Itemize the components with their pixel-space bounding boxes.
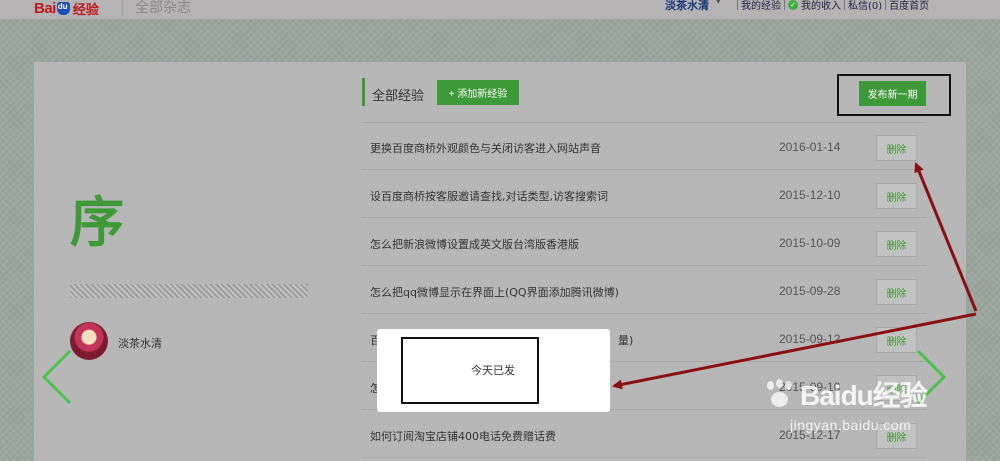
author-name[interactable]: 淡茶水清 (118, 335, 162, 351)
nav-my-income[interactable]: 我的收入 (801, 0, 841, 12)
publish-highlight-frame (837, 74, 951, 116)
chevron-left-icon[interactable] (38, 347, 78, 407)
delete-button[interactable]: 删除 (876, 231, 917, 257)
table-row: 怎么把qq微博显示在界面上(QQ界面添加腾讯微博) 2015-09-28 删除 (362, 267, 926, 314)
row-title-link[interactable]: 怎么把新浪微博设置成英文版台湾版香港版 (370, 236, 579, 252)
user-name-link[interactable]: 淡茶水清 (665, 0, 709, 13)
baidu-paw-icon (56, 1, 70, 15)
income-icon: ✓ (788, 0, 798, 10)
popup-message: 今天已发 (471, 364, 515, 377)
section-accent-bar (362, 78, 365, 106)
popup-highlight-frame (401, 337, 539, 404)
delete-button[interactable]: 删除 (876, 327, 917, 353)
row-title-link[interactable]: 怎么把qq微博显示在界面上(QQ界面添加腾讯微博) (370, 284, 619, 300)
header-divider (122, 0, 123, 16)
row-title-tail[interactable]: 量) (618, 332, 633, 348)
add-experience-button[interactable]: + 添加新经验 (437, 80, 519, 105)
preface-placeholder-bar (70, 284, 308, 298)
baidu-watermark: Baidu经验 (764, 374, 928, 414)
nav-baidu-home[interactable]: 百度首页 (889, 0, 929, 12)
top-header: Bai经验 全部杂志 淡茶水清 ▾ 我的经验 ✓ 我的收入 私信(0) 百度首页 (0, 0, 1000, 20)
delete-button[interactable]: 删除 (876, 183, 917, 209)
row-title-link[interactable]: 设百度商桥按客服邀请查找,对话类型,访客搜索词 (370, 188, 608, 204)
row-title-link[interactable]: 更换百度商桥外观颜色与关闭访客进入网站声音 (370, 140, 601, 156)
site-title[interactable]: 全部杂志 (135, 0, 191, 17)
header-nav: 我的经验 ✓ 我的收入 私信(0) 百度首页 (734, 0, 929, 12)
row-date: 2015-09-28 (779, 284, 841, 298)
chevron-down-icon[interactable]: ▾ (716, 0, 721, 7)
row-date: 2015-09-12 (779, 332, 841, 346)
delete-button[interactable]: 删除 (876, 135, 917, 161)
row-date: 2015-10-09 (779, 236, 841, 250)
table-row: 怎么把新浪微博设置成英文版台湾版香港版 2015-10-09 删除 (362, 219, 926, 266)
delete-button[interactable]: 删除 (876, 279, 917, 305)
row-date: 2016-01-14 (779, 140, 841, 154)
nav-messages[interactable]: 私信(0) (848, 0, 882, 12)
table-row: 更换百度商桥外观颜色与关闭访客进入网站声音 2016-01-14 删除 (362, 123, 926, 170)
row-date: 2015-12-10 (779, 188, 841, 202)
paw-icon (764, 379, 796, 409)
preface-heading: 序 (70, 190, 124, 254)
baidu-jingyan-logo[interactable]: Bai经验 (34, 0, 99, 18)
row-title-link[interactable]: 如何订阅淘宝店铺400电话免费赠话费 (370, 428, 556, 444)
table-row: 设百度商桥按客服邀请查找,对话类型,访客搜索词 2015-12-10 删除 (362, 171, 926, 218)
section-title: 全部经验 (372, 89, 425, 104)
nav-my-experience[interactable]: 我的经验 (741, 0, 781, 12)
watermark-brand: Baidu经验 (800, 380, 928, 411)
toast-popup: 今天已发 (377, 329, 610, 412)
watermark-url: jingyan.baidu.com (790, 417, 912, 433)
